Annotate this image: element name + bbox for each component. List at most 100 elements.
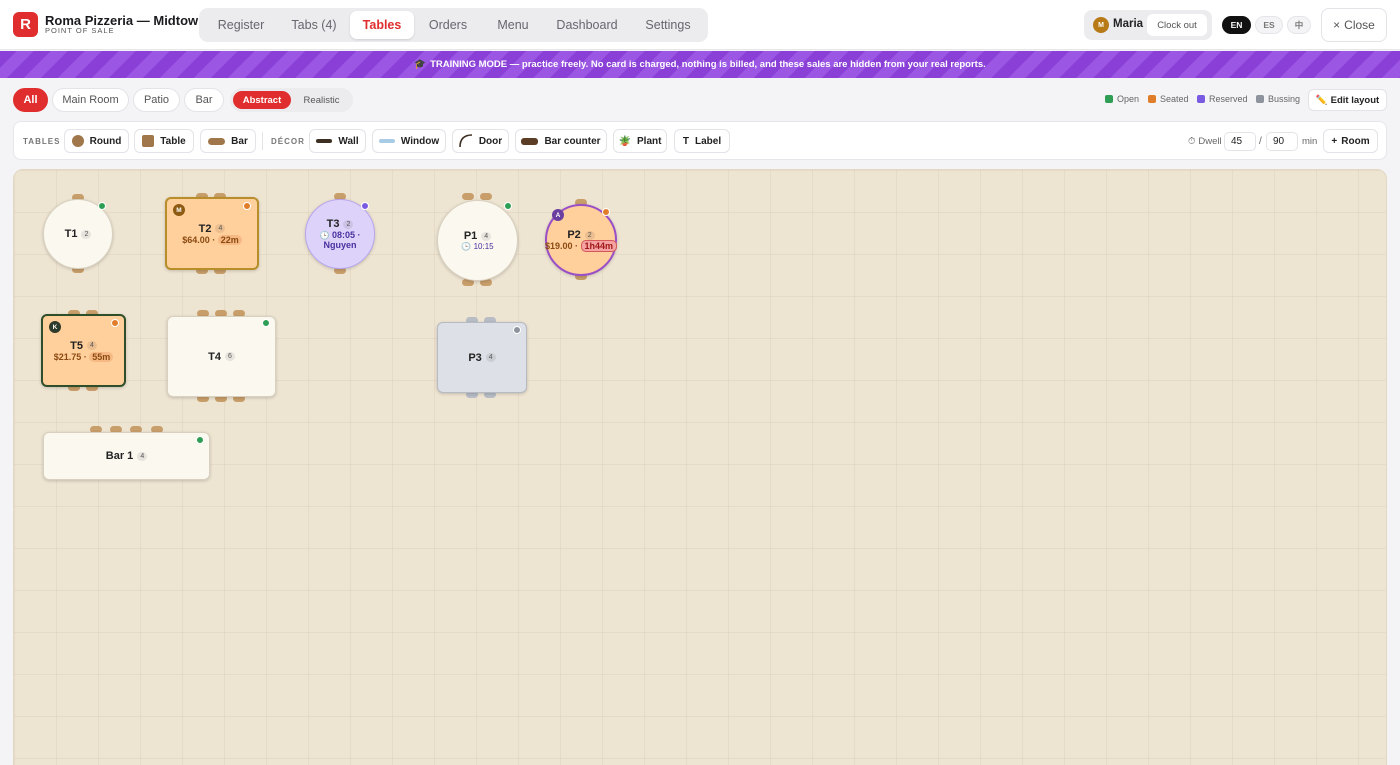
table-capacity: 6 [224, 352, 235, 361]
tab-dashboard[interactable]: Dashboard [545, 11, 629, 39]
table-name: T1 [64, 228, 78, 240]
room-filter-main-room[interactable]: Main Room [52, 88, 129, 112]
add-room-button[interactable]: + Room [1323, 129, 1378, 153]
add-label-button[interactable]: T Label [674, 129, 730, 153]
app-logo: R [13, 12, 38, 37]
room-filter-all[interactable]: All [13, 88, 48, 112]
add-round-table-button[interactable]: Round [64, 129, 129, 153]
tab-settings[interactable]: Settings [630, 11, 706, 39]
pencil-icon: ✏️ [1315, 94, 1328, 106]
status-dot-open [504, 202, 512, 210]
dwell-separator: / [1259, 136, 1262, 147]
add-plant-button[interactable]: 🪴 Plant [613, 129, 667, 153]
status-dot-open [98, 202, 106, 210]
timer-icon: ⏱ [1188, 136, 1196, 147]
legend-swatch [1148, 95, 1156, 103]
plus-icon: + [1331, 135, 1338, 147]
tab-orders[interactable]: Orders [415, 11, 481, 39]
training-mode-text: TRAINING MODE — practice freely. No card… [430, 59, 986, 70]
add-door-button[interactable]: Door [452, 129, 509, 153]
table-t4[interactable]: T4 6 [167, 316, 276, 397]
layout-toolbar: TABLES Round Table Bar DÉCOR Wall Window… [13, 121, 1387, 160]
bar-table-icon [208, 137, 226, 145]
view-mode-toggle: Abstract Realistic [230, 88, 353, 112]
table-name: T3 [326, 218, 340, 230]
reservation-time: 08:05 [331, 230, 355, 240]
dwell-label: ⏱ Dwell [1188, 136, 1222, 147]
tab-register[interactable]: Register [203, 11, 279, 39]
close-button[interactable]: × Close [1321, 8, 1387, 42]
reservation-guest: Nguyen [323, 240, 357, 250]
edit-layout-button[interactable]: ✏️ Edit layout [1308, 89, 1387, 111]
dwell-time: 22m [217, 234, 242, 245]
add-square-table-button[interactable]: Table [134, 129, 194, 153]
add-bar-counter-button[interactable]: Bar counter [515, 129, 607, 153]
table-name: Bar 1 [105, 450, 134, 462]
table-capacity: 4 [86, 341, 97, 350]
lang-zh-button[interactable]: 中 [1287, 16, 1311, 34]
square-table-icon [142, 135, 155, 147]
mode-abstract-button[interactable]: Abstract [233, 91, 291, 109]
wall-icon [316, 139, 333, 143]
dwell-unit: min [1302, 136, 1318, 147]
mode-realistic-button[interactable]: Realistic [293, 91, 350, 109]
user-name: Maria [1113, 18, 1144, 30]
table-name: P2 [567, 229, 581, 241]
floor-plan-canvas[interactable]: T1 2 T2 4 $64.00 · 22m M T3 2 🕒 08:05 · [13, 169, 1387, 765]
lang-es-button[interactable]: ES [1255, 16, 1283, 34]
add-bar-table-button[interactable]: Bar [200, 129, 256, 153]
server-badge: A [552, 209, 564, 221]
server-badge: M [173, 204, 185, 216]
table-p1[interactable]: P1 4 🕒 10:15 [437, 200, 518, 281]
lang-en-button[interactable]: EN [1222, 16, 1251, 34]
table-capacity: 4 [215, 224, 226, 233]
door-icon [459, 134, 472, 148]
table-capacity: 4 [481, 231, 492, 241]
close-label: Close [1344, 18, 1375, 32]
chair [462, 193, 474, 200]
chair [480, 193, 492, 200]
clock-icon: 🕒 [461, 242, 472, 251]
table-total: $19.00 [544, 241, 573, 251]
table-name: T2 [198, 222, 212, 235]
dwell-max-input[interactable]: 90 [1266, 132, 1298, 151]
table-name: P1 [463, 230, 478, 242]
tab-tabs[interactable]: Tabs (4) [279, 11, 349, 39]
legend-swatch [1256, 95, 1264, 103]
tab-tables[interactable]: Tables [350, 11, 414, 39]
table-total: $21.75 [53, 351, 82, 362]
dwell-warn-input[interactable]: 45 [1224, 132, 1256, 151]
main-nav: Register Tabs (4) Tables Orders Menu Das… [199, 8, 708, 42]
app-subtitle: POINT OF SALE [45, 26, 115, 35]
user-chip: M Maria Clock out [1084, 10, 1212, 40]
tab-menu[interactable]: Menu [482, 11, 544, 39]
close-icon: × [1333, 18, 1341, 32]
status-dot-seated [111, 319, 119, 327]
reservation-time: 10:15 [473, 242, 494, 251]
table-capacity: 2 [584, 230, 595, 240]
bar-counter-icon [521, 137, 539, 145]
dwell-time: 55m [89, 351, 114, 362]
status-dot-open [196, 436, 204, 444]
legend-swatch [1197, 95, 1205, 103]
avatar: M [1093, 17, 1109, 33]
status-dot-bussing [513, 326, 521, 334]
room-filter-bar[interactable]: Bar [184, 88, 224, 112]
plant-icon: 🪴 [618, 135, 631, 147]
status-dot-reserved [361, 202, 369, 210]
decor-section-label: DÉCOR [271, 137, 305, 146]
app-header: R Roma Pizzeria — Midtown POINT OF SALE … [0, 0, 1400, 50]
add-window-button[interactable]: Window [372, 129, 446, 153]
clock-out-button[interactable]: Clock out [1147, 14, 1207, 36]
text-icon: T [682, 135, 689, 147]
table-bar-1[interactable]: Bar 1 4 [43, 432, 210, 480]
round-table-icon [71, 135, 84, 147]
training-mode-banner: 🎓 TRAINING MODE — practice freely. No ca… [0, 51, 1400, 78]
window-icon [378, 139, 395, 143]
status-dot-seated [602, 208, 610, 216]
graduation-cap-icon: 🎓 [414, 59, 427, 70]
table-name: T4 [208, 350, 221, 363]
room-filter-patio[interactable]: Patio [133, 88, 180, 112]
table-total: $64.00 [182, 234, 210, 245]
add-wall-button[interactable]: Wall [309, 129, 366, 153]
